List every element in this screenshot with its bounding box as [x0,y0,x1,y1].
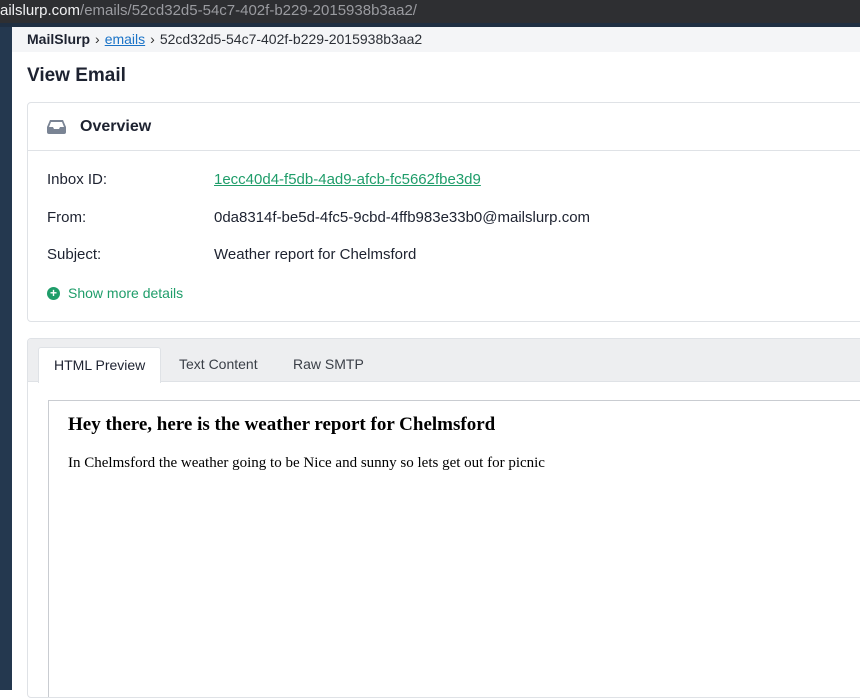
overview-card: Overview Inbox ID: 1ecc40d4-f5db-4ad9-af… [27,102,860,322]
html-preview-frame[interactable]: Hey there, here is the weather report fo… [48,400,860,697]
page-title: View Email [27,65,126,86]
subject-value: Weather report for Chelmsford [214,246,417,263]
main-content: MailSlurp › emails › 52cd32d5-54c7-402f-b229… [12,27,860,698]
tab-raw-smtp[interactable]: Raw SMTP [293,347,364,381]
breadcrumb-root: MailSlurp [27,31,91,47]
overview-title: Overview [80,117,152,135]
from-value: 0da8314f-be5d-4fc5-9cbd-4ffb983e33b0@mai… [214,209,591,226]
sidebar-rail [0,27,12,690]
from-label: From: [47,209,87,226]
browser-address-bar[interactable]: ailslurp.com/emails/52cd32d5-54c7-402f-b… [0,0,860,23]
tab-bar: HTML Preview Text Content Raw SMTP [28,339,860,383]
plus-circle-icon: + [47,286,60,300]
email-body: In Chelmsford the weather going to be Ni… [68,455,545,471]
email-heading: Hey there, here is the weather report fo… [68,414,496,435]
show-more-label: Show more details [68,285,184,301]
breadcrumb: MailSlurp › emails › 52cd32d5-54c7-402f-b229… [12,27,860,52]
show-more-details-button[interactable]: + Show more details [47,285,183,301]
url-path: /emails/52cd32d5-54c7-402f-b229-2015938b… [80,2,417,19]
url-host: ailslurp.com [0,2,81,19]
breadcrumb-link-emails[interactable]: emails [105,31,145,47]
breadcrumb-separator: › [95,31,100,47]
subject-label: Subject: [47,246,102,263]
inbox-tray-icon [47,119,66,134]
inbox-id-link[interactable]: 1ecc40d4-f5db-4ad9-afcb-fc5662fbe3d9 [214,171,481,188]
inbox-id-label: Inbox ID: [47,171,108,188]
content-tabs-panel: HTML Preview Text Content Raw SMTP Hey t… [27,338,860,698]
breadcrumb-current: 52cd32d5-54c7-402f-b229-2015938b3aa2 [159,31,423,47]
breadcrumb-separator: › [150,31,155,47]
tab-text-content[interactable]: Text Content [179,347,258,381]
overview-card-header: Overview [28,103,860,151]
tab-html-preview[interactable]: HTML Preview [38,347,162,383]
